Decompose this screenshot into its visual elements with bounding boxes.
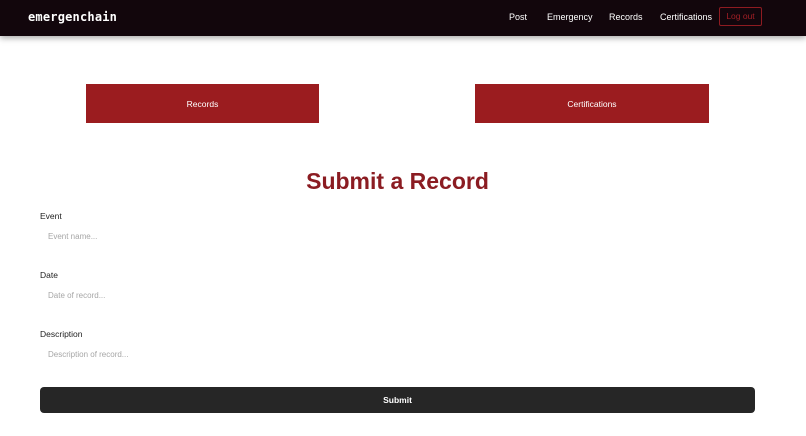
event-label: Event	[40, 211, 62, 221]
description-input[interactable]	[40, 343, 754, 365]
certifications-button-label: Certifications	[567, 98, 617, 109]
nav-link-emergency[interactable]: Emergency	[547, 12, 593, 22]
submit-button-label: Submit	[383, 395, 412, 405]
nav-link-records[interactable]: Records	[609, 12, 643, 22]
date-input[interactable]	[40, 284, 754, 306]
description-label: Description	[40, 329, 83, 339]
navbar: emergenchain Post Emergency Records Cert…	[0, 0, 806, 36]
nav-link-certifications[interactable]: Certifications	[660, 12, 712, 22]
records-button-label: Records	[186, 98, 219, 109]
logout-button[interactable]: Log out	[719, 7, 762, 26]
event-input[interactable]	[40, 225, 754, 247]
nav-link-post[interactable]: Post	[509, 12, 527, 22]
submit-button[interactable]: Submit	[40, 387, 755, 413]
page-title: Submit a Record	[306, 168, 489, 194]
records-button[interactable]: Records	[86, 84, 319, 123]
date-label: Date	[40, 270, 58, 280]
brand-logo[interactable]: emergenchain	[28, 10, 117, 24]
certifications-button[interactable]: Certifications	[475, 84, 709, 123]
